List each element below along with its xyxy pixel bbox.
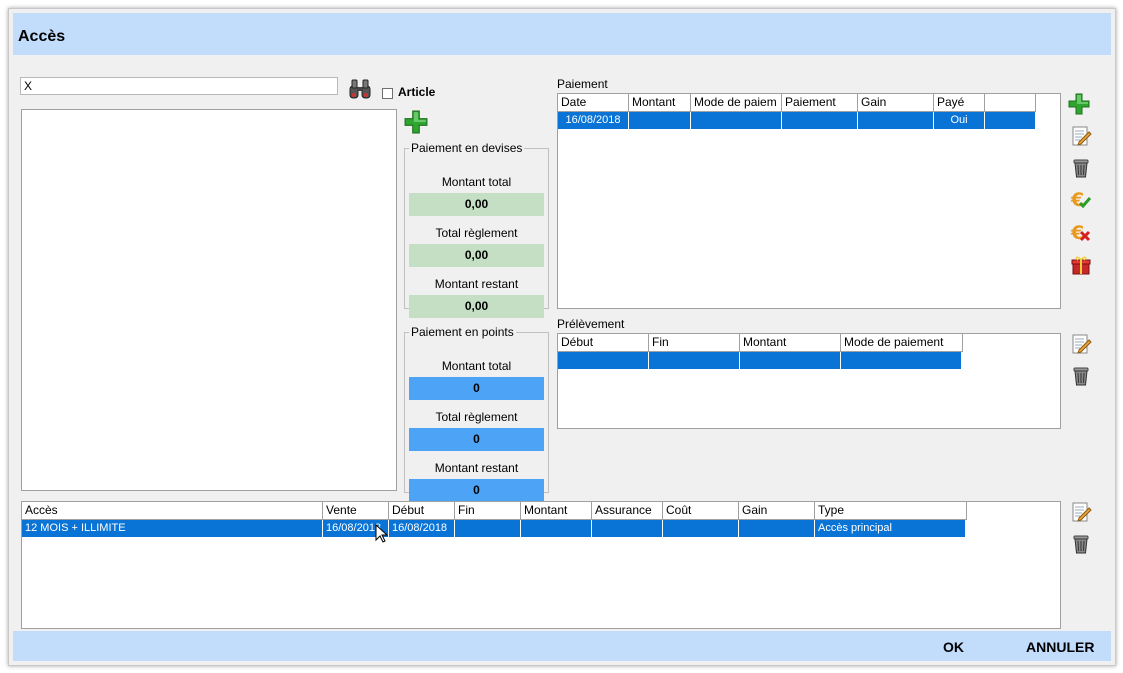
- prelevement-title: Prélèvement: [557, 317, 625, 331]
- points-legend: Paiement en points: [411, 325, 514, 339]
- paiement-col-mode[interactable]: Mode de paiem: [691, 94, 782, 112]
- paiement-cell-date: 16/08/2018: [558, 112, 629, 129]
- paiement-col-paye[interactable]: Payé: [934, 94, 985, 112]
- euro-cancel-icon[interactable]: [1070, 222, 1092, 244]
- devises-restant-value: 0,00: [409, 295, 544, 318]
- acces-cell-cout: [663, 520, 739, 537]
- edit-acces-icon[interactable]: [1070, 501, 1092, 523]
- acces-col-acces[interactable]: Accès: [22, 502, 323, 520]
- paiement-cell-gain: [858, 112, 934, 129]
- mouse-cursor-icon: [375, 524, 389, 543]
- acces-col-cout[interactable]: Coût: [663, 502, 739, 520]
- points-restant-value: 0: [409, 479, 544, 502]
- add-icon[interactable]: [404, 110, 428, 134]
- points-total-value: 0: [409, 377, 544, 400]
- edit-payment-icon[interactable]: [1070, 125, 1092, 147]
- devises-total-value: 0,00: [409, 193, 544, 216]
- article-checkbox[interactable]: [382, 88, 393, 99]
- euro-validate-icon[interactable]: [1070, 189, 1092, 211]
- paiement-title: Paiement: [557, 77, 608, 91]
- devises-total-label: Montant total: [441, 175, 512, 189]
- paiement-col-montant[interactable]: Montant: [629, 94, 691, 112]
- devises-group: Paiement en devises Montant total 0,00 T…: [404, 141, 549, 318]
- paiement-table[interactable]: Date Montant Mode de paiem Paiement Gain…: [557, 93, 1061, 309]
- prelevement-col-fin[interactable]: Fin: [649, 334, 740, 352]
- points-reglement-value: 0: [409, 428, 544, 451]
- paiement-cell-paiement: [782, 112, 858, 129]
- acces-cell-fin: [455, 520, 521, 537]
- acces-cell-assurance: [592, 520, 663, 537]
- paiement-cell-mode: [691, 112, 782, 129]
- cancel-button[interactable]: ANNULER: [1026, 639, 1094, 655]
- paiement-col-date[interactable]: Date: [558, 94, 629, 112]
- footer-bar: OK ANNULER: [13, 631, 1111, 661]
- prelevement-table[interactable]: Début Fin Montant Mode de paiement: [557, 333, 1061, 429]
- points-group: Paiement en points Montant total 0 Total…: [404, 325, 549, 502]
- dialog-title: Accès: [18, 28, 66, 45]
- acces-col-debut[interactable]: Début: [389, 502, 455, 520]
- binoculars-icon[interactable]: [348, 78, 372, 100]
- add-payment-icon[interactable]: [1068, 93, 1090, 115]
- acces-col-type[interactable]: Type: [815, 502, 967, 520]
- devises-reglement-label: Total règlement: [435, 226, 518, 240]
- article-list[interactable]: [21, 109, 397, 491]
- title-bar: Accès: [13, 13, 1111, 55]
- prelevement-cell-mode: [841, 352, 962, 369]
- paiement-cell-extra: [985, 112, 1036, 129]
- acces-table[interactable]: Accès Vente Début Fin Montant Assurance …: [21, 501, 1061, 629]
- delete-payment-icon[interactable]: [1070, 157, 1092, 179]
- devises-reglement-value: 0,00: [409, 244, 544, 267]
- paiement-cell-montant: [629, 112, 691, 129]
- points-reglement-label: Total règlement: [435, 410, 518, 424]
- acces-dialog: Accès Article Paiement en devises Montan…: [8, 8, 1116, 666]
- prelevement-col-debut[interactable]: Début: [558, 334, 649, 352]
- points-total-label: Montant total: [441, 359, 512, 373]
- paiement-col-extra: [985, 94, 1036, 112]
- article-label: Article: [398, 85, 436, 99]
- devises-restant-label: Montant restant: [434, 277, 519, 291]
- paiement-col-gain[interactable]: Gain: [858, 94, 934, 112]
- prelevement-col-mode[interactable]: Mode de paiement: [841, 334, 963, 352]
- devises-legend: Paiement en devises: [411, 141, 523, 155]
- prelevement-cell-debut: [558, 352, 649, 369]
- acces-col-fin[interactable]: Fin: [455, 502, 521, 520]
- paiement-col-paiement[interactable]: Paiement: [782, 94, 858, 112]
- ok-button[interactable]: OK: [943, 639, 964, 655]
- edit-prelevement-icon[interactable]: [1070, 333, 1092, 355]
- acces-col-gain[interactable]: Gain: [739, 502, 815, 520]
- acces-col-montant[interactable]: Montant: [521, 502, 592, 520]
- delete-prelevement-icon[interactable]: [1070, 365, 1092, 387]
- acces-cell-montant: [521, 520, 592, 537]
- prelevement-col-montant[interactable]: Montant: [740, 334, 841, 352]
- acces-cell-acces: 12 MOIS + ILLIMITE: [22, 520, 323, 537]
- delete-acces-icon[interactable]: [1070, 533, 1092, 555]
- paiement-cell-paye: Oui: [934, 112, 985, 129]
- acces-cell-debut: 16/08/2018: [389, 520, 455, 537]
- prelevement-cell-fin: [649, 352, 740, 369]
- points-restant-label: Montant restant: [434, 461, 519, 475]
- acces-cell-type: Accès principal: [815, 520, 966, 537]
- prelevement-cell-montant: [740, 352, 841, 369]
- acces-cell-gain: [739, 520, 815, 537]
- gift-icon[interactable]: [1070, 254, 1092, 276]
- acces-col-assurance[interactable]: Assurance: [592, 502, 663, 520]
- search-input[interactable]: [20, 77, 338, 95]
- acces-col-vente[interactable]: Vente: [323, 502, 389, 520]
